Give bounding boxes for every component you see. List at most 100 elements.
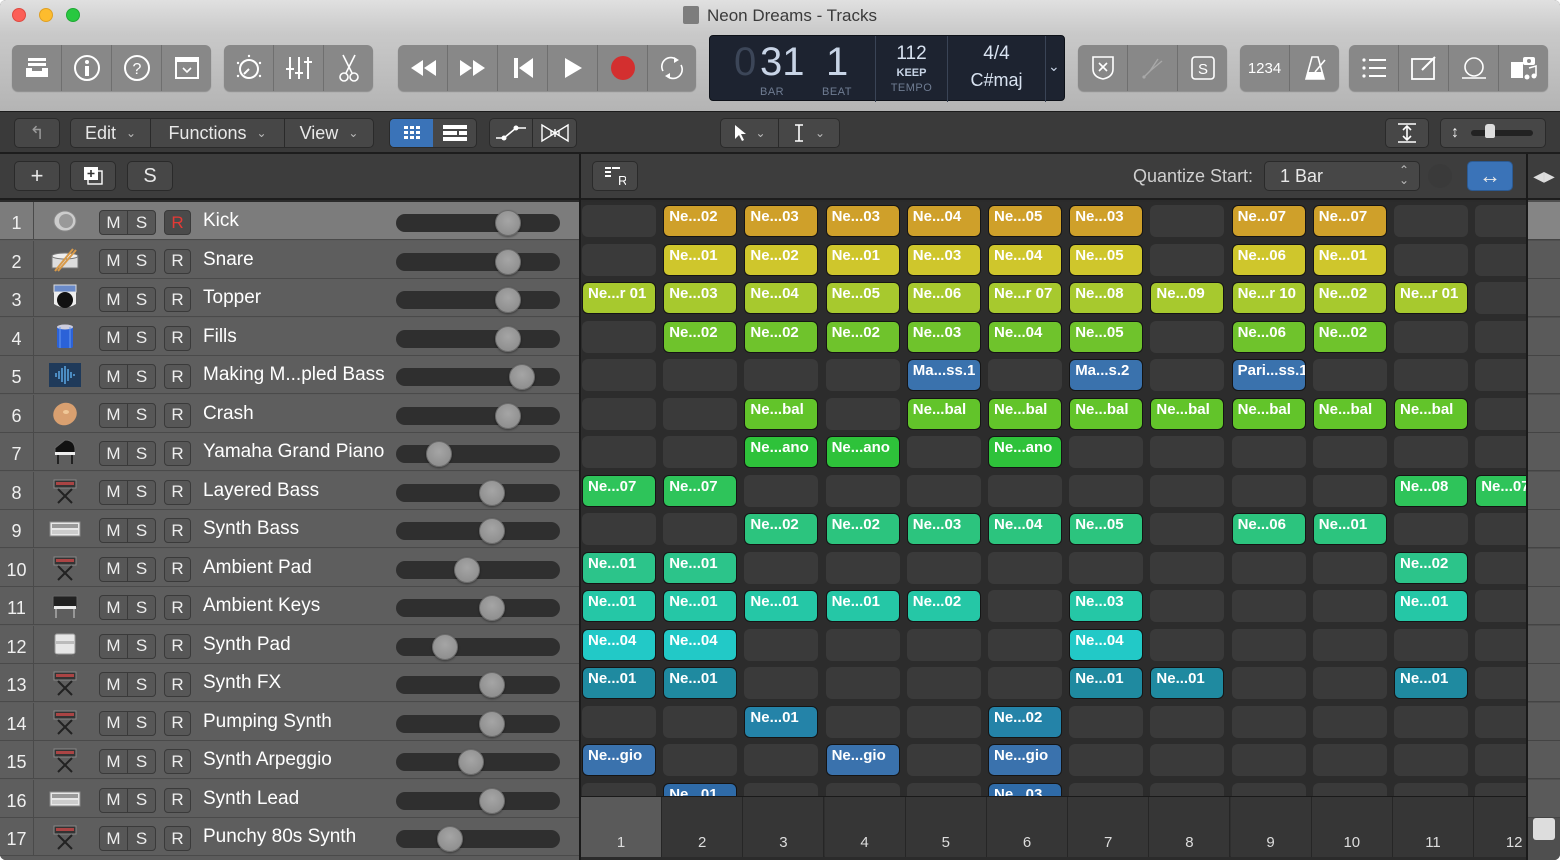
empty-cell-slot[interactable] — [1394, 705, 1468, 738]
live-loop-cell[interactable]: Ne...06 — [1231, 320, 1306, 353]
fast-forward-button[interactable] — [448, 45, 498, 91]
empty-cell-slot[interactable] — [1231, 551, 1306, 584]
empty-cell-slot[interactable] — [1475, 705, 1526, 738]
track-name[interactable]: Synth FX — [203, 672, 281, 694]
record-enable-button[interactable]: R — [164, 287, 191, 312]
live-loop-cell[interactable]: Ne...01 — [582, 551, 656, 584]
track-name[interactable]: Crash — [203, 403, 254, 425]
track-row[interactable]: 15 M S R Synth Arpeggio — [0, 741, 579, 779]
live-loop-cell[interactable]: Ne...04 — [906, 205, 981, 237]
empty-cell-slot[interactable] — [1231, 705, 1306, 738]
empty-cell-slot[interactable] — [1312, 628, 1387, 661]
library-button[interactable] — [12, 45, 62, 91]
queue-indicator[interactable] — [1428, 164, 1452, 188]
record-enable-button[interactable]: R — [164, 787, 191, 813]
track-name[interactable]: Synth Arpeggio — [203, 749, 332, 771]
live-loop-cell[interactable]: Ne...01 — [1394, 667, 1468, 699]
empty-cell-slot[interactable] — [744, 782, 819, 796]
live-loop-cell[interactable]: Ne...03 — [906, 320, 981, 353]
live-loop-cell[interactable]: Ne...01 — [744, 705, 819, 738]
mute-button[interactable]: M — [100, 365, 128, 388]
empty-cell-slot[interactable] — [1475, 243, 1526, 276]
empty-cell-slot[interactable] — [906, 628, 981, 661]
empty-cell-slot[interactable] — [1475, 282, 1526, 314]
empty-cell-slot[interactable] — [1394, 436, 1468, 468]
scene-trigger[interactable]: 2 — [662, 797, 744, 857]
empty-cell-slot[interactable] — [582, 782, 656, 796]
replace-button[interactable] — [1078, 45, 1128, 91]
record-enable-button[interactable]: R — [164, 556, 191, 582]
scene-trigger[interactable]: 8 — [1149, 797, 1231, 857]
track-row[interactable]: 9 M S R Synth Bass — [0, 510, 579, 548]
solo-button[interactable]: S — [128, 712, 155, 735]
stop-all-button[interactable] — [1533, 818, 1555, 840]
volume-slider[interactable] — [396, 287, 560, 313]
track-row[interactable]: 4 M S R Fills — [0, 317, 579, 356]
cell-inspector-button[interactable]: R — [592, 161, 638, 191]
rewind-button[interactable] — [398, 45, 448, 91]
empty-cell-slot[interactable] — [1475, 744, 1526, 776]
volume-slider[interactable] — [396, 787, 560, 814]
record-enable-button[interactable]: R — [164, 710, 191, 736]
volume-knob[interactable] — [479, 595, 505, 621]
empty-cell-slot[interactable] — [582, 397, 656, 430]
scene-trigger[interactable]: 6 — [987, 797, 1068, 857]
live-loop-cell[interactable]: Ne...ano — [744, 436, 819, 468]
empty-cell-slot[interactable] — [1312, 359, 1387, 391]
volume-knob[interactable] — [509, 364, 535, 390]
volume-slider[interactable] — [396, 248, 560, 275]
empty-cell-slot[interactable] — [1394, 320, 1468, 353]
live-loop-cell[interactable]: Ne...01 — [1150, 667, 1225, 699]
mute-button[interactable]: M — [100, 326, 128, 350]
empty-cell-slot[interactable] — [1312, 782, 1387, 796]
snare-drum-icon[interactable] — [48, 246, 82, 274]
toolbar-button[interactable] — [162, 45, 211, 91]
solo-button[interactable]: S — [128, 481, 155, 504]
live-loop-cell[interactable]: Ma...s.2 — [1069, 359, 1144, 391]
auto-zoom-button[interactable] — [1385, 118, 1429, 148]
track-row[interactable]: 16 M S R Synth Lead — [0, 779, 579, 818]
empty-cell-slot[interactable] — [1231, 628, 1306, 661]
live-loop-cell[interactable]: Ne...02 — [744, 320, 819, 353]
note-pad-button[interactable] — [1399, 45, 1449, 91]
empty-cell-slot[interactable] — [1394, 628, 1468, 661]
empty-cell-slot[interactable] — [906, 705, 981, 738]
mute-button[interactable]: M — [100, 711, 128, 735]
empty-cell-slot[interactable] — [1069, 744, 1144, 776]
inspector-button[interactable] — [62, 45, 112, 91]
solo-button[interactable]: S — [128, 211, 155, 234]
live-loop-cell[interactable]: Ne...02 — [663, 205, 738, 237]
mute-button[interactable]: M — [100, 827, 128, 850]
live-loop-cell[interactable]: Pari...ss.1 — [1231, 359, 1306, 391]
empty-cell-slot[interactable] — [1475, 590, 1526, 622]
track-row[interactable]: 11 M S R Ambient Keys — [0, 587, 579, 625]
cmd-click-tool-menu[interactable]: ⌄ — [779, 119, 839, 147]
empty-cell-slot[interactable] — [582, 705, 656, 738]
empty-cell-slot[interactable] — [1231, 474, 1306, 507]
mute-button[interactable]: M — [100, 249, 128, 273]
volume-knob[interactable] — [495, 248, 521, 275]
organ-icon[interactable] — [48, 631, 82, 659]
live-loop-cell[interactable]: Ne...01 — [1312, 243, 1387, 276]
empty-cell-slot[interactable] — [1312, 744, 1387, 776]
live-loop-cell[interactable]: Ne...03 — [663, 282, 738, 314]
mixer-button[interactable] — [274, 45, 324, 91]
back-button[interactable]: ↰ — [14, 118, 60, 148]
synth-module-icon[interactable] — [48, 515, 82, 543]
live-loop-cell[interactable]: Ne...02 — [1312, 320, 1387, 353]
live-loop-cell[interactable]: Ne...03 — [906, 513, 981, 545]
track-name[interactable]: Kick — [203, 210, 239, 232]
live-loop-cell[interactable]: Ne...01 — [663, 590, 738, 622]
empty-cell-slot[interactable] — [1475, 205, 1526, 237]
live-loop-cell[interactable]: Ne...05 — [1069, 320, 1144, 353]
keyboard-stand-icon[interactable] — [48, 477, 82, 505]
volume-slider[interactable] — [396, 556, 560, 583]
record-enable-button[interactable]: R — [164, 595, 191, 620]
live-loop-cell[interactable]: Ne...r 10 — [1231, 282, 1306, 314]
scene-trigger[interactable]: 10 — [1311, 797, 1393, 857]
audio-waveform-icon[interactable] — [48, 361, 82, 389]
follow-button[interactable]: ↔ — [1467, 161, 1513, 191]
scene-trigger[interactable]: 1 — [581, 797, 662, 857]
live-loop-cell[interactable]: Ne...bal — [1394, 397, 1468, 430]
empty-cell-slot[interactable] — [906, 436, 981, 468]
